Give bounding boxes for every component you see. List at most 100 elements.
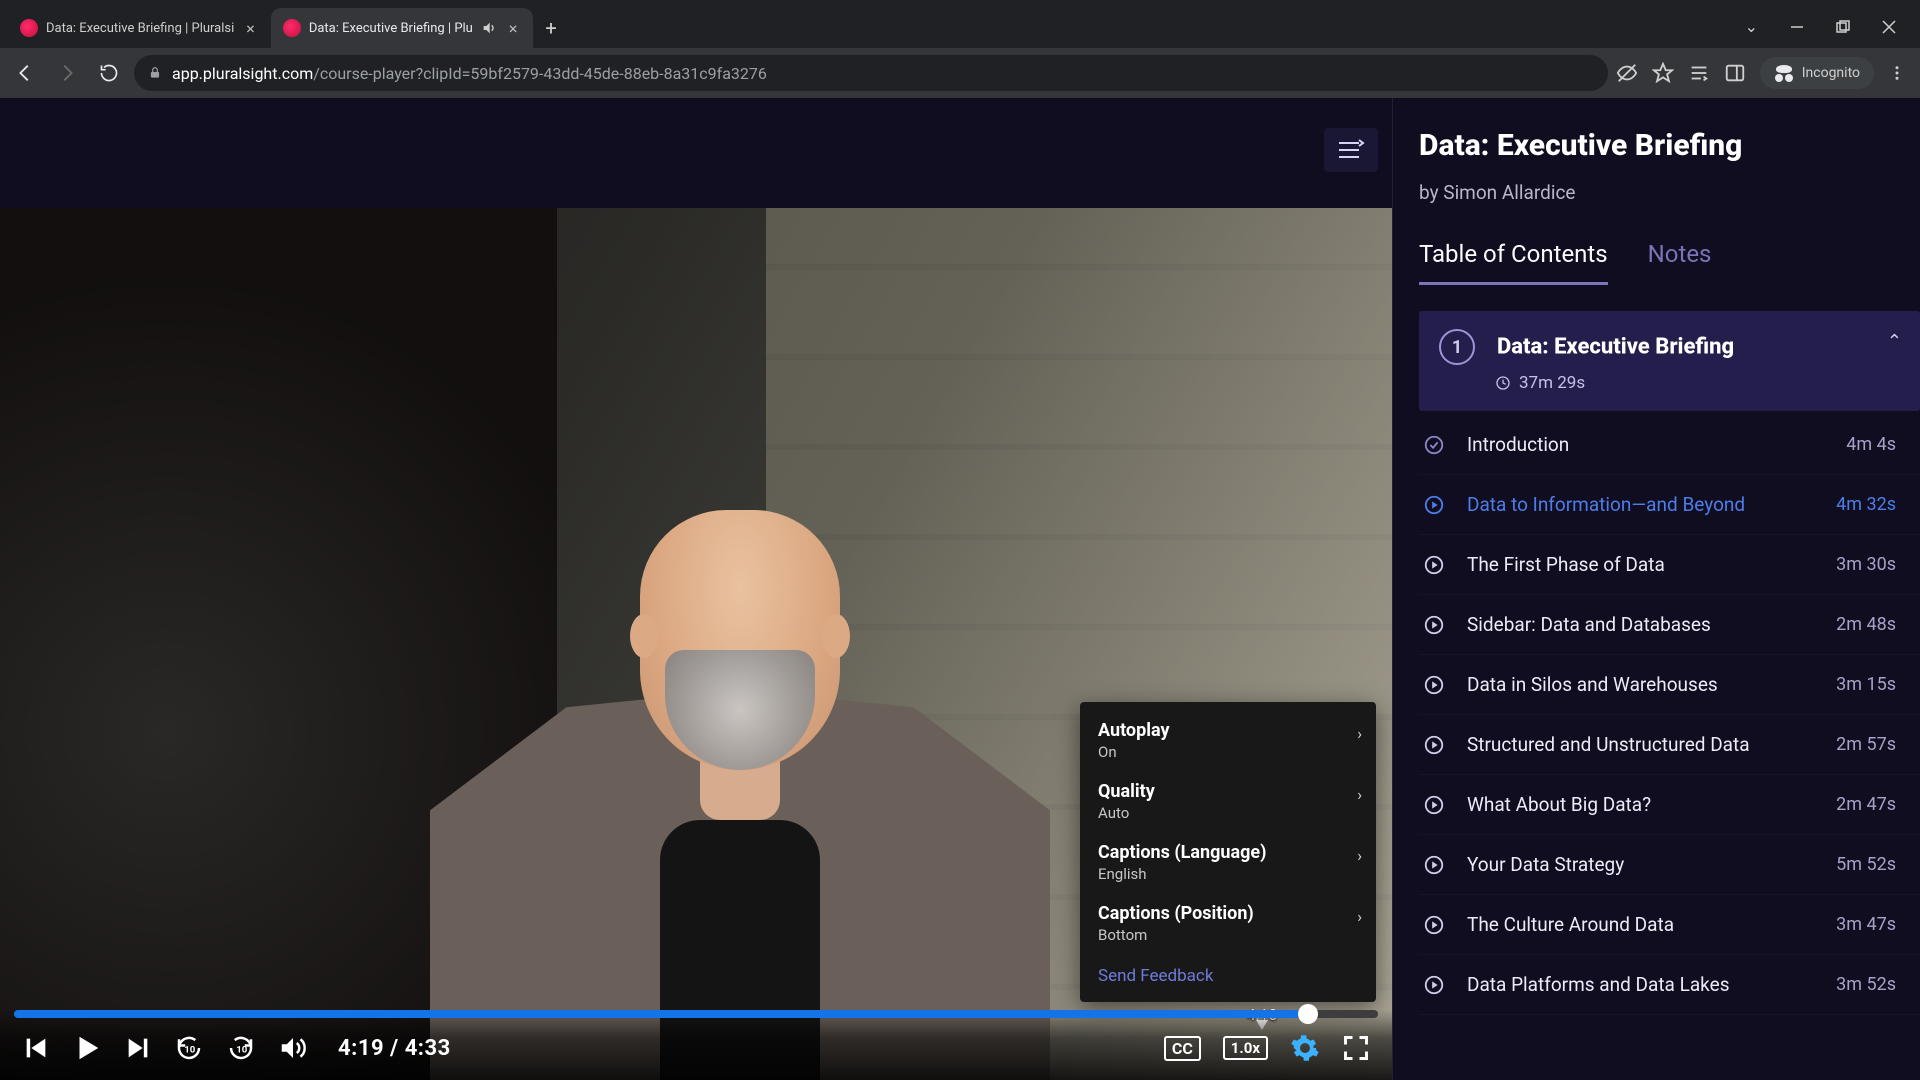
maximize-icon[interactable] [1832, 16, 1854, 38]
clip-item[interactable]: The First Phase of Data 3m 30s [1419, 535, 1920, 595]
clip-item[interactable]: Data in Silos and Warehouses 3m 15s [1419, 655, 1920, 715]
new-tab-button[interactable]: + [533, 8, 568, 48]
clip-item[interactable]: The Culture Around Data3m 47s [1419, 895, 1920, 955]
settings-value: English [1098, 865, 1358, 883]
volume-button[interactable] [278, 1033, 308, 1063]
svg-text:10: 10 [184, 1044, 196, 1055]
module-header[interactable]: 1 Data: Executive Briefing 37m 29s ⌃ [1419, 311, 1920, 411]
browser-tab-1[interactable]: Data: Executive Briefing | Pluralsi × [8, 8, 271, 48]
course-author: by Simon Allardice [1419, 181, 1920, 204]
tabstrip: Data: Executive Briefing | Pluralsi × Da… [8, 6, 1729, 48]
send-feedback-link[interactable]: Send Feedback [1080, 954, 1376, 994]
settings-autoplay[interactable]: Autoplay On › [1080, 710, 1376, 771]
play-circle-icon [1423, 734, 1445, 756]
fullscreen-button[interactable] [1342, 1034, 1370, 1062]
settings-quality[interactable]: Quality Auto › [1080, 771, 1376, 832]
clip-item[interactable]: Data Platforms and Data Lakes3m 52s [1419, 955, 1920, 1015]
url-text: app.pluralsight.com/course-player?clipId… [172, 64, 767, 83]
play-circle-icon [1423, 554, 1445, 576]
reading-list-icon[interactable] [1688, 62, 1710, 84]
kebab-menu-icon[interactable] [1888, 64, 1906, 82]
clip-title: The First Phase of Data [1467, 553, 1814, 576]
settings-value: Auto [1098, 804, 1358, 822]
clip-title: Data to Information—and Beyond [1467, 493, 1814, 516]
playback-speed-button[interactable]: 1.0x [1223, 1036, 1268, 1060]
side-panel-icon[interactable] [1724, 62, 1746, 84]
video-column: Autoplay On › Quality Auto › Captions (L… [0, 98, 1392, 1080]
play-circle-icon [1423, 794, 1445, 816]
tracking-blocked-icon[interactable] [1616, 62, 1638, 84]
address-bar[interactable]: app.pluralsight.com/course-player?clipId… [134, 55, 1608, 91]
clip-item[interactable]: Structured and Unstructured Data2m 57s [1419, 715, 1920, 775]
settings-captions-language[interactable]: Captions (Language) English › [1080, 832, 1376, 893]
incognito-icon [1774, 63, 1794, 83]
settings-label: Captions (Position) [1098, 903, 1358, 924]
play-circle-icon [1423, 914, 1445, 936]
svg-text:10: 10 [236, 1044, 248, 1055]
nav-forward-button[interactable] [50, 56, 84, 90]
clip-duration: 3m 47s [1836, 914, 1896, 935]
tab-close-icon[interactable]: × [242, 19, 259, 38]
tab-search-icon[interactable]: ⌄ [1741, 13, 1762, 40]
video-player[interactable]: Autoplay On › Quality Auto › Captions (L… [0, 208, 1392, 1080]
clip-duration: 4m 32s [1836, 494, 1896, 515]
clip-list: Introduction4m 4sData to Information—and… [1419, 415, 1920, 1015]
closed-captions-button[interactable]: CC [1164, 1036, 1201, 1061]
chevron-right-icon: › [1357, 907, 1362, 926]
chevron-right-icon: › [1357, 846, 1362, 865]
seek-thumb[interactable] [1298, 1004, 1318, 1024]
tab-notes[interactable]: Notes [1648, 240, 1712, 285]
audio-playing-icon[interactable] [481, 20, 497, 36]
close-window-icon[interactable] [1878, 16, 1900, 38]
tab-table-of-contents[interactable]: Table of Contents [1419, 240, 1608, 285]
clip-title: Structured and Unstructured Data [1467, 733, 1814, 756]
module-duration: 37m 29s [1519, 373, 1585, 393]
clip-item[interactable]: Data to Information—and Beyond 4m 32s [1419, 475, 1920, 535]
clip-item[interactable]: Sidebar: Data and Databases2m 48s [1419, 595, 1920, 655]
clip-duration: 3m 30s [1836, 554, 1896, 575]
clip-item[interactable]: What About Big Data?2m 47s [1419, 775, 1920, 835]
toggle-sidebar-button[interactable] [1324, 128, 1378, 172]
play-circle-icon [1423, 974, 1445, 996]
favicon-icon [283, 19, 301, 37]
clip-duration: 3m 15s [1836, 674, 1896, 695]
check-circle-icon [1423, 434, 1445, 456]
settings-value: On [1098, 743, 1358, 761]
clip-title: Sidebar: Data and Databases [1467, 613, 1814, 636]
minimize-icon[interactable] [1786, 16, 1808, 38]
window-controls: ⌄ [1729, 13, 1920, 48]
clip-title: Data in Silos and Warehouses [1467, 673, 1814, 696]
play-circle-icon [1423, 674, 1445, 696]
seek-slider[interactable] [14, 1010, 1378, 1018]
browser-tab-2[interactable]: Data: Executive Briefing | Plu × [271, 8, 534, 48]
clip-title: Introduction [1467, 433, 1824, 456]
next-button[interactable] [124, 1034, 152, 1062]
player-controls: 10 10 [0, 1010, 1392, 1080]
reload-button[interactable] [92, 56, 126, 90]
previous-button[interactable] [22, 1034, 50, 1062]
module-title: Data: Executive Briefing [1497, 335, 1734, 360]
browser-titlebar: Data: Executive Briefing | Pluralsi × Da… [0, 0, 1920, 48]
clip-item[interactable]: Your Data Strategy5m 52s [1419, 835, 1920, 895]
clip-title: Your Data Strategy [1467, 853, 1814, 876]
tab-title: Data: Executive Briefing | Plu [309, 21, 473, 36]
video-presenter [430, 340, 1050, 1080]
settings-button[interactable] [1290, 1033, 1320, 1063]
favicon-icon [20, 19, 38, 37]
rewind-10-button[interactable]: 10 [174, 1033, 204, 1063]
forward-10-button[interactable]: 10 [226, 1033, 256, 1063]
incognito-chip[interactable]: Incognito [1760, 57, 1874, 89]
nav-back-button[interactable] [8, 56, 42, 90]
play-circle-icon [1423, 494, 1445, 516]
tab-close-icon[interactable]: × [505, 19, 522, 38]
chevron-up-icon: ⌃ [1887, 331, 1902, 352]
clip-item[interactable]: Introduction4m 4s [1419, 415, 1920, 475]
bookmark-star-icon[interactable] [1652, 62, 1674, 84]
course-title: Data: Executive Briefing [1419, 128, 1920, 163]
current-time: 4:19 [338, 1036, 384, 1061]
play-circle-icon [1423, 614, 1445, 636]
video-header-space [0, 98, 1392, 208]
play-button[interactable] [72, 1033, 102, 1063]
clip-duration: 3m 52s [1836, 974, 1896, 995]
settings-captions-position[interactable]: Captions (Position) Bottom › [1080, 893, 1376, 954]
